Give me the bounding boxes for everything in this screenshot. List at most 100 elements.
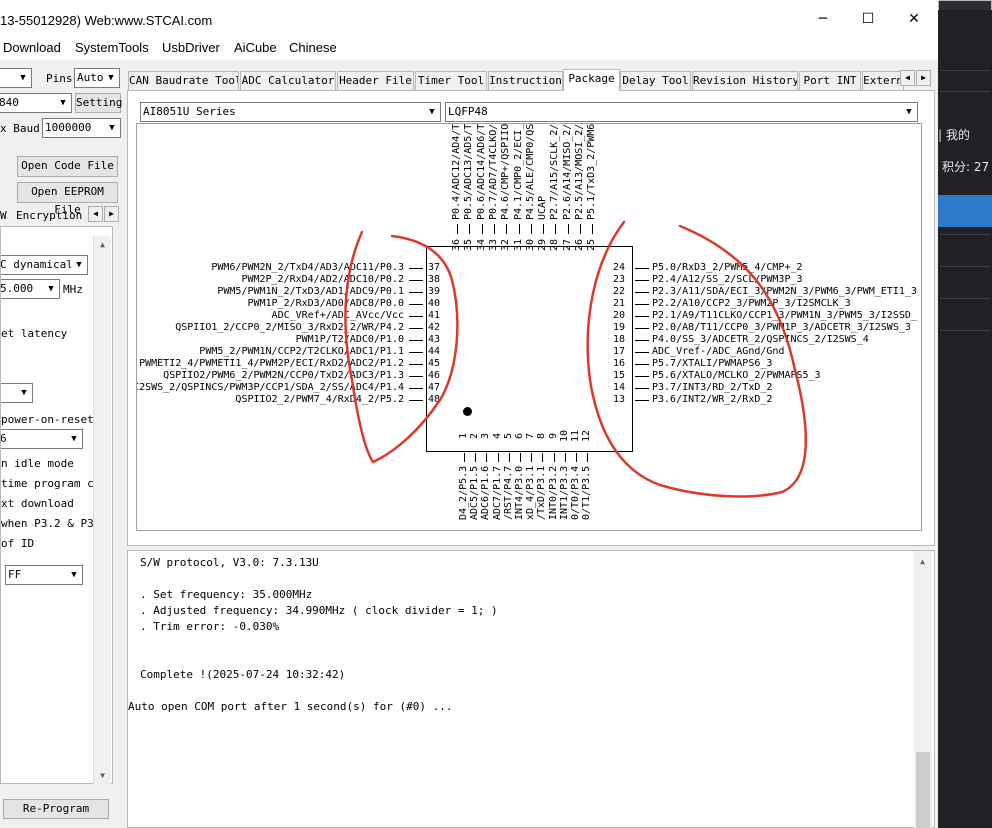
tab-scroll-right-icon[interactable]: ▶ [916,70,931,86]
pin-number-top: 33 [487,238,499,252]
menu-usbdriver[interactable]: UsbDriver [162,40,220,55]
tab-can-baudrate-tool[interactable]: CAN Baudrate Tool [128,71,239,90]
pin-number-left: 48 [428,394,441,405]
pin-label-right: ADC_Vref-/ADC_AGnd/Gnd [652,346,785,357]
pin-lead [409,304,423,305]
pin-label-top: P2.6/A14/MISO_2/ [561,123,573,220]
pin-label-right: P4.0/SS_3/ADCETR_2/QSPINCS_2/I2SWS_4 [652,334,869,345]
pin-number-bottom: 10 [558,429,570,443]
pin-number-right: 21 [613,298,626,309]
pin-number-right: 16 [613,358,626,369]
pin-label-left: PWM2P_2/RxD4/AD2/ADC10/P0.2 [241,274,404,285]
scroll-up-icon[interactable]: ▲ [914,553,931,570]
pin-lead [464,453,465,462]
tab-header-file[interactable]: Header File [337,71,414,90]
scroll-up-icon[interactable]: ▲ [94,236,111,253]
maximize-button[interactable]: ☐ [845,0,891,38]
title-bar: 13-55012928) Web:www.STCAI.com ─ ☐ ✕ [0,0,938,38]
pin-lead [635,304,649,305]
option-latency[interactable]: et latency [1,327,67,340]
pin-lead [564,453,566,462]
chip-combo[interactable]: 840 ▼ [0,93,72,113]
pin-label-top: UCAP [537,195,549,220]
ff-combo[interactable]: FF ▼ [5,565,83,585]
pin-label-top: P5.1/TxD3_2/PWM6 [586,123,598,220]
tab-scroll-left-icon[interactable]: ◀ [900,70,915,86]
pin-number-right: 15 [613,370,626,381]
tab-port-int[interactable]: Port INT [799,71,861,90]
pin-number-right: 19 [613,322,626,333]
scroll-down-icon[interactable]: ▼ [94,767,111,784]
chip-body [426,246,633,452]
pin-label-top: P0.7/AD7/T4CLKO/ [487,123,499,220]
close-button[interactable]: ✕ [891,0,937,38]
pin-lead [553,453,555,462]
pin-lead [542,453,544,462]
tab-extern[interactable]: Extern [862,71,904,90]
open-code-file-button[interactable]: Open Code File [17,156,118,177]
package-select[interactable]: LQFP48 ▼ [445,102,918,122]
pin-label-left: PWM6/PWM2N_2/TxD4/AD3/ADC11/P0.3 [211,262,404,273]
chevron-down-icon: ▼ [424,103,440,121]
setting-button[interactable]: Setting [75,93,122,113]
option-time-program[interactable]: time program c [1,477,94,490]
pin-lead [481,224,483,234]
pin-number-left: 37 [428,262,441,273]
pins-combo[interactable]: Auto ▼ [74,68,120,88]
pin-label-bottom: 0/T1/P3.5 [581,465,593,520]
option-level-combo[interactable]: 6 ▼ [1,429,83,449]
tab-adc-calculator[interactable]: ADC Calculator [240,71,336,90]
pin-number-left: 41 [428,310,441,321]
pin-lead [409,328,423,329]
pin-lead [635,268,649,269]
port-combo[interactable]: ▼ [0,68,32,88]
menu-chinese[interactable]: Chinese [289,40,337,55]
options-scrollbar[interactable]: ▲ ▼ [93,236,111,784]
option-combo[interactable]: ▼ [1,383,33,403]
tab-scroll-left-icon[interactable]: ◀ [88,206,103,222]
reprogram-button[interactable]: Re-Program [3,799,109,819]
baud-combo[interactable]: 1000000 ▼ [42,118,121,138]
tool-tabs: CAN Baudrate Tool ADC Calculator Header … [127,69,938,91]
menu-aicube[interactable]: AiCube [234,40,277,55]
pin-lead [635,388,649,389]
option-p32-p33[interactable]: when P3.2 & P3 [1,517,94,530]
pin-label-right: P2.4/A12/SS_2/SCL/PWM3P_3 [652,274,803,285]
pin-label-left: QSPIIO2_2/PWM7_4/RxD4_2/P5.2 [235,394,404,405]
minimize-button[interactable]: ─ [800,0,846,38]
pin-lead [635,328,649,329]
menu-systemtools[interactable]: SystemTools [75,40,149,55]
irc-combo[interactable]: C dynamical: ▼ [1,255,88,275]
log-scroll-thumb[interactable] [916,752,930,828]
pin-lead [409,340,423,341]
option-next-download[interactable]: xt download [1,497,74,510]
series-select[interactable]: AI8051U Series ▼ [140,102,441,122]
tab-timer-tool[interactable]: Timer Tool [415,71,487,90]
tab-instruction[interactable]: Instruction [488,71,563,90]
log-line: Complete !(2025-07-24 10:32:42) [140,668,346,681]
menu-download[interactable]: Download [3,40,61,55]
option-power-on-reset[interactable]: power-on-reset [1,413,94,426]
pin-lead [555,224,557,234]
pin-label-top: P4.5/ALE/CMP0/QS [524,123,536,220]
option-id[interactable]: of ID [1,537,34,550]
pin-lead [409,316,423,317]
pin-number-top: 29 [537,238,549,252]
pin-label-right: P5.7/XTALI/PWMAPS6_3 [652,358,773,369]
tab-package[interactable]: Package [563,69,620,91]
pin-lead [635,340,649,341]
tab-encryption[interactable]: Encryption I [16,209,95,222]
pin-lead [409,280,423,281]
log-line: S/W protocol, V3.0: 7.3.13U [140,556,319,569]
open-eeprom-file-button[interactable]: Open EEPROM File [17,182,118,216]
pin-number-left: 39 [428,286,441,297]
chevron-down-icon: ▼ [66,430,82,448]
pin-number-right: 22 [613,286,626,297]
tab-delay-tool[interactable]: Delay Tool [620,71,691,90]
tab-w[interactable]: W [0,209,7,222]
pin-label-right: P2.0/A8/T11/CCP0_3/PWM1P_3/ADCETR_3/I2SW… [652,322,911,333]
option-idle-mode[interactable]: n idle mode [1,457,74,470]
tab-revision-history[interactable]: Revision History [692,71,798,90]
frequency-input[interactable]: 5.000 ▼ [1,279,60,299]
tab-scroll-right-icon[interactable]: ▶ [104,206,119,222]
